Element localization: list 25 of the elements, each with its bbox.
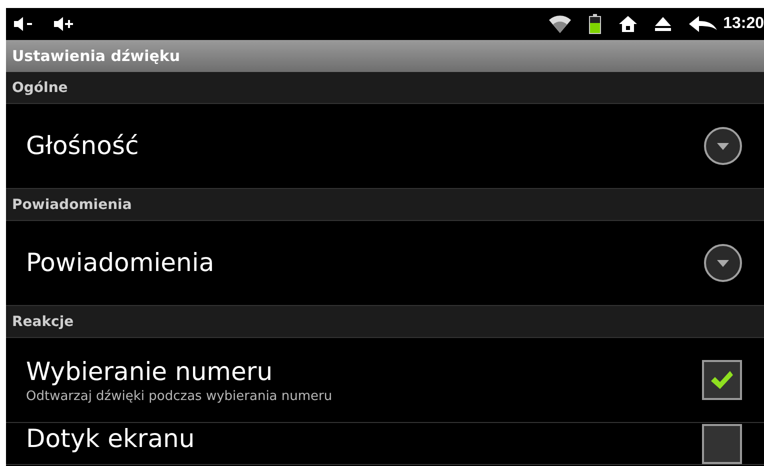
battery-icon [589, 14, 602, 34]
dropdown-button[interactable] [704, 127, 742, 165]
checkbox[interactable] [702, 360, 742, 400]
settings-item[interactable]: Wybieranie numeru Odtwarzaj dźwięki podczas wybierania numeru [6, 338, 764, 423]
item-title: Głośność [26, 131, 140, 161]
check-icon [710, 370, 734, 390]
dropdown-button[interactable] [704, 244, 742, 282]
item-title: Wybieranie numeru [26, 356, 274, 386]
item-title: Dotyk ekranu [26, 424, 196, 454]
section-header: Ogólne [6, 72, 764, 104]
settings-item[interactable]: Dotyk ekranu [6, 423, 764, 465]
section-header: Reakcje [6, 306, 764, 338]
screen-title: Ustawienia dźwięku [6, 40, 764, 72]
wifi-icon [549, 15, 572, 33]
caret-icon [717, 260, 729, 266]
clock-time: 13:20 [723, 15, 764, 33]
checkbox[interactable] [702, 424, 742, 464]
eject-icon[interactable] [655, 17, 672, 31]
home-icon[interactable] [619, 16, 638, 32]
section-header: Powiadomienia [6, 189, 764, 221]
item-summary: Odtwarzaj dźwięki podczas wybierania numeru [26, 388, 334, 404]
volume-up-icon[interactable] [54, 17, 76, 31]
item-title: Powiadomienia [26, 248, 216, 278]
back-arrow-icon[interactable] [689, 16, 718, 32]
caret-icon [717, 142, 729, 150]
